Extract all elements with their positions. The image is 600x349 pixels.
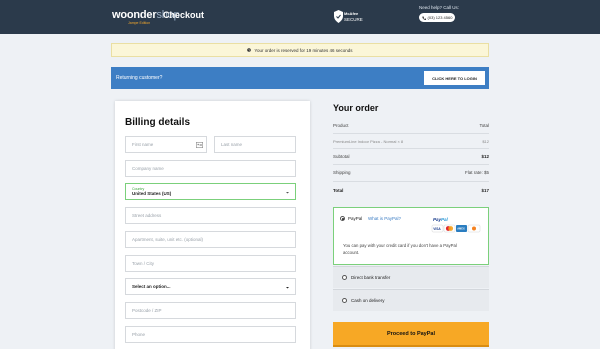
shipping-row: Shipping Flat rate: $5	[333, 170, 489, 175]
bank-transfer-option[interactable]: Direct bank transfer	[333, 266, 489, 288]
apartment-field[interactable]: Apartment, suite, unit etc. (optional)	[125, 231, 296, 248]
svg-text:AMEX: AMEX	[457, 227, 465, 231]
city-field[interactable]: Town / City	[125, 255, 296, 272]
phone-placeholder: Phone	[132, 332, 146, 337]
billing-details-card: Billing details First name Last name Com…	[115, 101, 310, 349]
street-address-field[interactable]: Street address	[125, 207, 296, 224]
first-name-field[interactable]: First name	[125, 136, 207, 153]
paypal-option[interactable]: PayPal What is PayPal? PayPal VISA AMEX …	[333, 207, 489, 265]
subtotal-label: Subtotal	[333, 154, 350, 159]
secure-badge: McAfee SECURE	[334, 10, 364, 24]
col-product: Product	[333, 123, 349, 128]
last-name-field[interactable]: Last name	[214, 136, 296, 153]
bank-transfer-label: Direct bank transfer	[351, 275, 391, 280]
phone-field[interactable]: Phone	[125, 326, 296, 343]
paypal-description: You can pay with your credit card if you…	[343, 243, 457, 255]
total-value: $17	[481, 188, 489, 193]
paypal-radio[interactable]	[340, 216, 345, 221]
divider	[333, 133, 489, 134]
logo-subtitle: Jampe Edition	[128, 21, 151, 25]
returning-customer-text: Returning customer?	[116, 75, 163, 81]
last-name-placeholder: Last name	[221, 142, 243, 147]
reservation-text: Your order is reserved for 19 minutes 46…	[254, 47, 353, 53]
divider	[333, 181, 489, 182]
proceed-to-paypal-button[interactable]: Proceed to PayPal	[333, 322, 489, 347]
order-item-row: PremiumLine Indoor Pizza - Normal × 8 $1…	[333, 139, 489, 144]
logo-main-text: woonder	[112, 9, 157, 21]
postcode-placeholder: Postcode / ZIP	[132, 308, 162, 313]
divider	[333, 164, 489, 165]
payment-cards-icon: PayPal VISA AMEX	[431, 217, 481, 233]
phone-icon	[421, 16, 426, 20]
what-is-paypal-link[interactable]: What is PayPal?	[368, 216, 401, 221]
postcode-field[interactable]: Postcode / ZIP	[125, 302, 296, 319]
returning-customer-bar: Returning customer? CLICK HERE TO LOGIN	[111, 67, 489, 89]
page-title: Checkout	[163, 10, 205, 20]
street-placeholder: Street address	[132, 213, 162, 218]
site-header: woondershop Jampe Edition Checkout McAfe…	[0, 0, 600, 34]
chevron-down-icon	[286, 287, 289, 289]
country-select[interactable]: Country United States (US)	[125, 183, 296, 200]
shield-icon	[334, 10, 343, 23]
state-select-value: Select an option...	[132, 284, 171, 289]
item-total: $12	[482, 139, 489, 144]
cod-radio[interactable]	[342, 298, 347, 303]
billing-title: Billing details	[125, 117, 191, 128]
paypal-label: PayPal	[348, 216, 363, 221]
phone-button[interactable]: (03) 123 4560	[419, 13, 455, 22]
apartment-placeholder: Apartment, suite, unit etc. (optional)	[132, 237, 204, 242]
total-label: Total	[333, 188, 344, 193]
company-placeholder: Company name	[132, 166, 164, 171]
reservation-notice: Your order is reserved for 19 minutes 46…	[111, 43, 489, 57]
subtotal-value: $12	[481, 154, 489, 159]
company-field[interactable]: Company name	[125, 160, 296, 177]
svg-text:PayPal: PayPal	[433, 217, 449, 222]
secure-word: SECURE	[344, 17, 363, 22]
item-name: PremiumLine Indoor Pizza - Normal × 8	[333, 139, 404, 144]
secure-brand: McAfee	[344, 11, 359, 16]
cash-on-delivery-option[interactable]: Cash on delivery	[333, 289, 489, 311]
divider	[333, 148, 489, 149]
first-name-placeholder: First name	[132, 142, 154, 147]
order-header-row: Product Total	[333, 123, 489, 128]
city-placeholder: Town / City	[132, 261, 155, 266]
phone-number: (03) 123 4560	[427, 15, 453, 20]
state-select[interactable]: Select an option...	[125, 278, 296, 295]
col-total: Total	[479, 123, 489, 128]
country-value: United States (US)	[132, 191, 172, 196]
bank-transfer-radio[interactable]	[342, 275, 347, 280]
help-text: Need help? Call Us:	[419, 5, 460, 10]
chevron-down-icon	[286, 192, 289, 194]
total-row: Total $17	[333, 188, 489, 193]
cod-label: Cash on delivery	[351, 298, 385, 303]
contact-card-icon	[196, 142, 203, 148]
shipping-label: Shipping	[333, 170, 351, 175]
clock-icon	[247, 48, 252, 52]
order-title: Your order	[333, 103, 379, 113]
subtotal-row: Subtotal $12	[333, 154, 489, 159]
login-button[interactable]: CLICK HERE TO LOGIN	[424, 71, 485, 85]
svg-text:VISA: VISA	[433, 227, 441, 231]
shipping-value: Flat rate: $5	[464, 170, 489, 175]
